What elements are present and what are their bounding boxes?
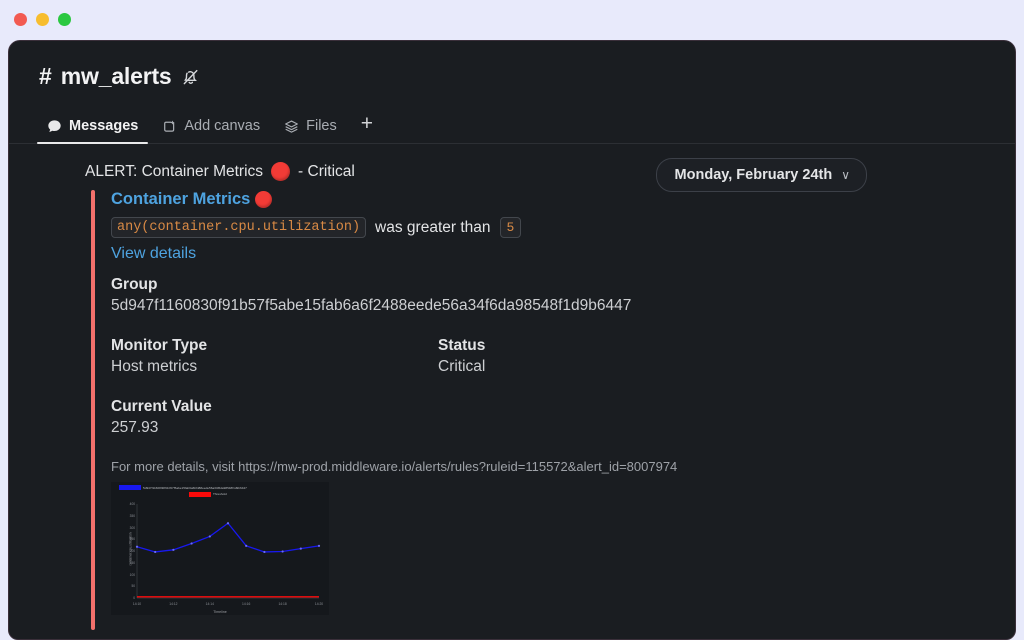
canvas-icon (162, 119, 177, 134)
field-status-label: Status (438, 337, 486, 354)
attachment-heading-link[interactable]: Container Metrics (111, 190, 250, 209)
message-pane: Monday, February 24th ∨ ALERT: Container… (9, 144, 1015, 630)
bell-muted-icon[interactable] (181, 67, 201, 87)
tab-add-canvas[interactable]: Add canvas (152, 118, 270, 143)
chart-y-tick: 50 (131, 584, 135, 589)
chart-x-ticks: 14:10 14:12 14:14 14:16 14:18 14:20 (111, 602, 329, 608)
maximize-window-button[interactable] (58, 13, 71, 26)
app-root: # mw_alerts Messages Add canvas Files + … (0, 0, 1024, 640)
chart-x-tick: 14:16 (242, 602, 251, 606)
field-group-value: 5d947f1160830f91b57f5abe15fab6a6f2488eed… (111, 297, 632, 314)
field-current-value-label: Current Value (111, 398, 212, 415)
chart-y-ticks: 0 50 100 150 200 250 300 350 400 (119, 482, 135, 615)
condition-threshold-value: 5 (499, 217, 522, 238)
date-divider-label: Monday, February 24th (674, 167, 833, 183)
chart-y-tick: 100 (129, 572, 135, 577)
attachment-heading-row: Container Metrics (111, 190, 1015, 209)
alert-title-prefix: ALERT: Container Metrics (85, 162, 264, 180)
chart-y-tick: 350 (129, 513, 135, 518)
field-monitor-type: Monitor Type Host metrics (111, 337, 438, 376)
chevron-down-icon: ∨ (841, 168, 850, 182)
field-group-label: Group (111, 276, 158, 293)
tab-messages-label: Messages (69, 118, 139, 134)
condition-metric-code: any(container.cpu.utilization) (111, 217, 367, 238)
channel-header: # mw_alerts (9, 41, 1015, 90)
field-group: Group 5d947f1160830f91b57f5abe15fab6a6f2… (111, 276, 1015, 315)
date-divider-pill[interactable]: Monday, February 24th ∨ (655, 158, 867, 192)
critical-dot-icon (255, 191, 273, 208)
alert-title-suffix: - Critical (298, 162, 355, 180)
alert-title: ALERT: Container Metrics - Critical (85, 162, 1015, 181)
close-window-button[interactable] (14, 13, 27, 26)
condition-operator-text: was greater than (375, 218, 491, 236)
tab-add-canvas-label: Add canvas (184, 118, 261, 134)
window-traffic-lights (14, 13, 71, 26)
channel-name: mw_alerts (60, 63, 172, 89)
attachment-footer-text: For more details, visit https://mw-prod.… (111, 459, 678, 474)
field-current-value: Current Value 257.93 (111, 398, 1015, 437)
chat-bubble-icon (47, 119, 62, 134)
chart-y-tick: 0 (133, 596, 135, 600)
alert-chart-image[interactable]: 5d947f1160830f91b57f5abe15fab6a6f2488eed… (111, 482, 329, 615)
tab-messages[interactable]: Messages (37, 118, 149, 144)
chart-x-tick: 14:20 (314, 602, 324, 606)
chart-y-axis-label: container.cpu.utilization (128, 531, 133, 566)
add-tab-button[interactable]: + (351, 113, 383, 143)
tab-files-label: Files (306, 118, 337, 134)
chart-x-axis-label: Timeline (213, 610, 227, 614)
chart-y-tick: 300 (129, 525, 135, 530)
app-window: # mw_alerts Messages Add canvas Files + … (8, 40, 1016, 640)
field-row: Monitor Type Host metrics Status Critica… (111, 337, 1015, 376)
hash-icon: # (39, 63, 52, 89)
field-monitor-type-value: Host metrics (111, 358, 198, 375)
tab-files[interactable]: Files (274, 118, 347, 143)
chart-x-tick: 14:14 (205, 602, 214, 606)
view-details-link[interactable]: View details (111, 245, 196, 263)
chart-plot (135, 504, 321, 599)
chart-x-tick: 14:18 (278, 602, 287, 606)
channel-tabs: Messages Add canvas Files + (9, 106, 1015, 144)
critical-dot-icon (271, 162, 291, 181)
chart-y-tick: 400 (129, 502, 135, 506)
attachment-accent-bar (91, 190, 95, 630)
minimize-window-button[interactable] (36, 13, 49, 26)
field-monitor-type-label: Monitor Type (111, 337, 208, 354)
layers-icon (284, 119, 299, 134)
alert-attachment: Container Metrics any(container.cpu.util… (91, 190, 1015, 630)
alert-condition-row: any(container.cpu.utilization) was great… (111, 217, 1015, 238)
chart-x-tick: 14:10 (132, 602, 142, 606)
field-status: Status Critical (438, 337, 485, 376)
field-status-value: Critical (438, 358, 486, 375)
chart-x-tick: 14:12 (169, 602, 178, 606)
field-current-value-value: 257.93 (111, 419, 159, 436)
